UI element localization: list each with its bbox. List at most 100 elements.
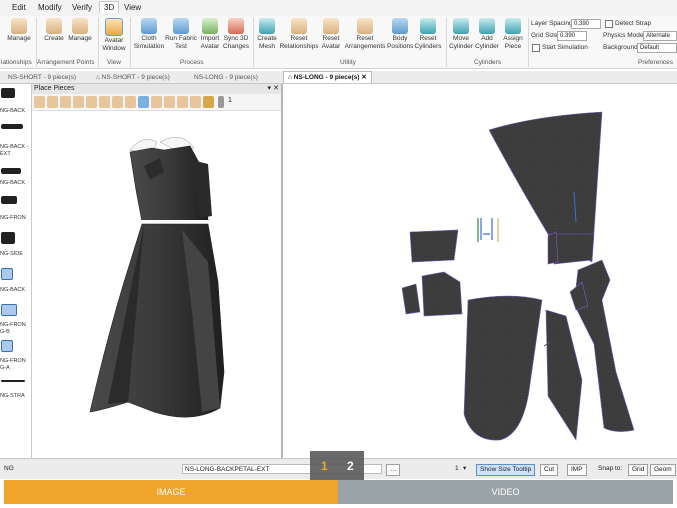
- create-mesh-button[interactable]: Create Mesh: [255, 18, 279, 51]
- snap-geom-button[interactable]: Geom: [650, 464, 676, 476]
- start-simulation-checkbox[interactable]: [532, 44, 540, 52]
- image-tab-button[interactable]: IMAGE: [4, 480, 338, 504]
- avatar-pose-icon[interactable]: [73, 96, 84, 108]
- tab-ns-long-active[interactable]: ⌂ NS-LONG - 9 piece(s) ✕: [283, 71, 372, 83]
- sync-3d-changes-button[interactable]: Sync 3D Changes: [222, 18, 250, 51]
- cube-icon[interactable]: [203, 96, 214, 108]
- group-utility: Utility: [340, 59, 356, 66]
- body-positions-button[interactable]: Body Positions: [387, 18, 413, 51]
- run-fabric-test-button[interactable]: Run Fabric Test: [165, 18, 197, 51]
- cloth-simulation-button[interactable]: Cloth Simulation: [133, 18, 165, 51]
- background-select[interactable]: Default: [637, 43, 677, 53]
- group-preferences: Preferences: [638, 59, 674, 66]
- close-icon[interactable]: ✕: [273, 84, 279, 94]
- status-left-text: NG: [4, 465, 14, 472]
- avatar-pose-icon[interactable]: [151, 96, 162, 108]
- layer-spacing-input[interactable]: 0.390: [571, 19, 601, 29]
- chevron-down-icon[interactable]: ▾: [463, 464, 466, 472]
- tab-ns-short-2[interactable]: ⌂ NS-SHORT - 9 piece(s): [92, 72, 174, 83]
- tab-ns-long-1[interactable]: NS-LONG - 9 piece(s): [190, 72, 262, 83]
- avatar-pose-icon[interactable]: [164, 96, 175, 108]
- group-process: Process: [180, 59, 204, 66]
- import-avatar-icon: [202, 18, 218, 34]
- group-cylinders: Cylinders: [474, 59, 502, 66]
- tab-ns-short-1[interactable]: NS-SHORT - 9 piece(s): [4, 72, 80, 83]
- manage-button[interactable]: Manage: [4, 18, 34, 43]
- pin-icon[interactable]: ▾: [267, 84, 271, 94]
- reset-cylinders-button[interactable]: Reset Cylinders: [413, 18, 443, 51]
- cut-button[interactable]: Cut: [540, 464, 559, 476]
- grid-size-input[interactable]: 0.390: [557, 31, 587, 41]
- fabric-test-icon: [173, 18, 189, 34]
- detect-strap-checkbox[interactable]: [605, 20, 613, 28]
- list-item[interactable]: NG-BACK: [0, 287, 30, 294]
- physics-mode-label: Physics Mode: [603, 32, 644, 39]
- imp-button[interactable]: IMP: [567, 464, 587, 476]
- list-item[interactable]: NG-FRON G-A: [0, 358, 30, 372]
- manage-arrangement-button[interactable]: Manage: [66, 18, 94, 43]
- physics-mode-select[interactable]: Alternate: [643, 31, 677, 41]
- menu-modify[interactable]: Modify: [38, 3, 62, 12]
- pattern-piece-list: NG-BACK NG-BACK -EXT NG-BACK NG-FRON NG-…: [0, 84, 32, 458]
- menu-edit[interactable]: Edit: [12, 3, 26, 12]
- show-size-tooltip-button[interactable]: Show Size Tooltip: [476, 464, 536, 476]
- document-tab-bar: NS-SHORT - 9 piece(s) ⌂ NS-SHORT - 9 pie…: [0, 71, 677, 84]
- avatar-pose-icon[interactable]: [190, 96, 201, 108]
- sync-icon: [228, 18, 244, 34]
- avatar-pose-icon[interactable]: [177, 96, 188, 108]
- ribbon: Manage Create Manage Avatar Window Cloth…: [0, 16, 677, 69]
- cloth-simulation-icon: [141, 18, 157, 34]
- snap-grid-button[interactable]: Grid: [628, 464, 649, 476]
- create-arrangement-button[interactable]: Create: [42, 18, 66, 43]
- avatar-pose-icon[interactable]: [112, 96, 123, 108]
- garment-3d-render[interactable]: [32, 112, 281, 456]
- layer-spacing-label: Layer Spacing: [531, 20, 573, 27]
- reset-avatar-button[interactable]: Reset Avatar: [319, 18, 343, 51]
- menu-bar: Edit Modify Verify 3D View: [0, 0, 677, 17]
- pattern-pieces-canvas[interactable]: [284, 84, 677, 458]
- avatar-pose-icon[interactable]: [34, 96, 45, 108]
- background-label: Background: [603, 44, 638, 51]
- menu-verify[interactable]: Verify: [72, 3, 92, 12]
- video-tab-button[interactable]: VIDEO: [338, 480, 673, 504]
- page-1-button[interactable]: 1: [321, 459, 328, 473]
- reset-arrangements-button[interactable]: Reset Arrangements: [343, 18, 387, 51]
- move-cylinder-button[interactable]: Move Cylinder: [448, 18, 474, 51]
- list-item[interactable]: NG-BACK -EXT: [0, 144, 30, 158]
- avatar-pose-icon[interactable]: [125, 96, 136, 108]
- reset-cylinders-icon: [420, 18, 436, 34]
- avatar-pose-icon[interactable]: [60, 96, 71, 108]
- menu-3d[interactable]: 3D: [99, 1, 120, 13]
- reset-avatar-icon: [323, 18, 339, 34]
- avatar-window-button[interactable]: Avatar Window: [101, 18, 127, 53]
- dropdown-arrow-icon[interactable]: [218, 96, 224, 108]
- list-item[interactable]: NG-BACK: [0, 108, 30, 115]
- count-value[interactable]: 1: [455, 465, 459, 472]
- pose-count-value[interactable]: 1: [228, 97, 232, 104]
- avatar-pose-icon[interactable]: [99, 96, 110, 108]
- list-item[interactable]: NG-FRON G-B: [0, 322, 30, 336]
- reset-arrangements-icon: [357, 18, 373, 34]
- list-item[interactable]: NG-SIDE: [0, 251, 30, 258]
- add-cylinder-button[interactable]: Add Cylinder: [474, 18, 500, 51]
- assign-piece-button[interactable]: Assign Piece: [500, 18, 526, 51]
- close-tab-icon[interactable]: ✕: [361, 74, 366, 81]
- reset-relationships-button[interactable]: Reset Relationships: [279, 18, 319, 51]
- slide-pager: 1 2: [310, 451, 364, 481]
- menu-view[interactable]: View: [124, 3, 141, 12]
- list-item[interactable]: NG-STRA: [0, 393, 30, 400]
- avatar-pose-icon[interactable]: [138, 96, 149, 108]
- group-view: View: [107, 59, 121, 66]
- body-positions-icon: [392, 18, 408, 34]
- list-item[interactable]: NG-BACK: [0, 180, 30, 187]
- pattern-2d-view[interactable]: [284, 84, 677, 458]
- avatar-window-icon: [105, 18, 123, 36]
- avatar-pose-icon[interactable]: [47, 96, 58, 108]
- list-item[interactable]: NG-FRON: [0, 215, 30, 222]
- page-2-button[interactable]: 2: [347, 459, 354, 473]
- avatar-pose-icon[interactable]: [86, 96, 97, 108]
- place-pieces-panel: Place Pieces ▾ ✕ 1: [32, 84, 283, 458]
- import-avatar-button[interactable]: Import Avatar: [198, 18, 222, 51]
- manage-arrangement-icon: [72, 18, 88, 34]
- browse-button[interactable]: …: [386, 464, 400, 476]
